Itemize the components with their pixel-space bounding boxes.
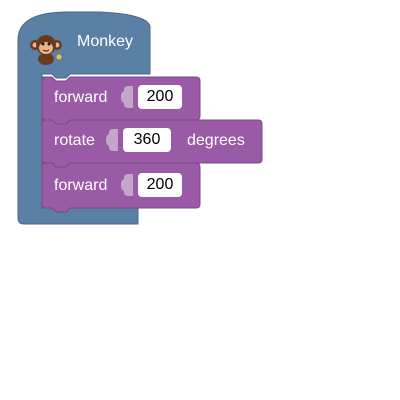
blocks-workspace[interactable]: Monkey forward 200 rotate 360 degrees fo…	[0, 0, 400, 400]
command-label-forward-2: forward	[54, 177, 108, 194]
sprite-name: Monkey	[77, 33, 134, 50]
distance-input-2[interactable]: 200	[138, 173, 182, 197]
monkey-icon	[30, 35, 62, 65]
angle-input[interactable]: 360	[123, 128, 171, 152]
command-label-forward-1: forward	[54, 89, 108, 106]
command-label-rotate: rotate	[54, 132, 95, 149]
unit-label-degrees: degrees	[187, 132, 245, 149]
distance-input-1[interactable]: 200	[138, 85, 182, 109]
